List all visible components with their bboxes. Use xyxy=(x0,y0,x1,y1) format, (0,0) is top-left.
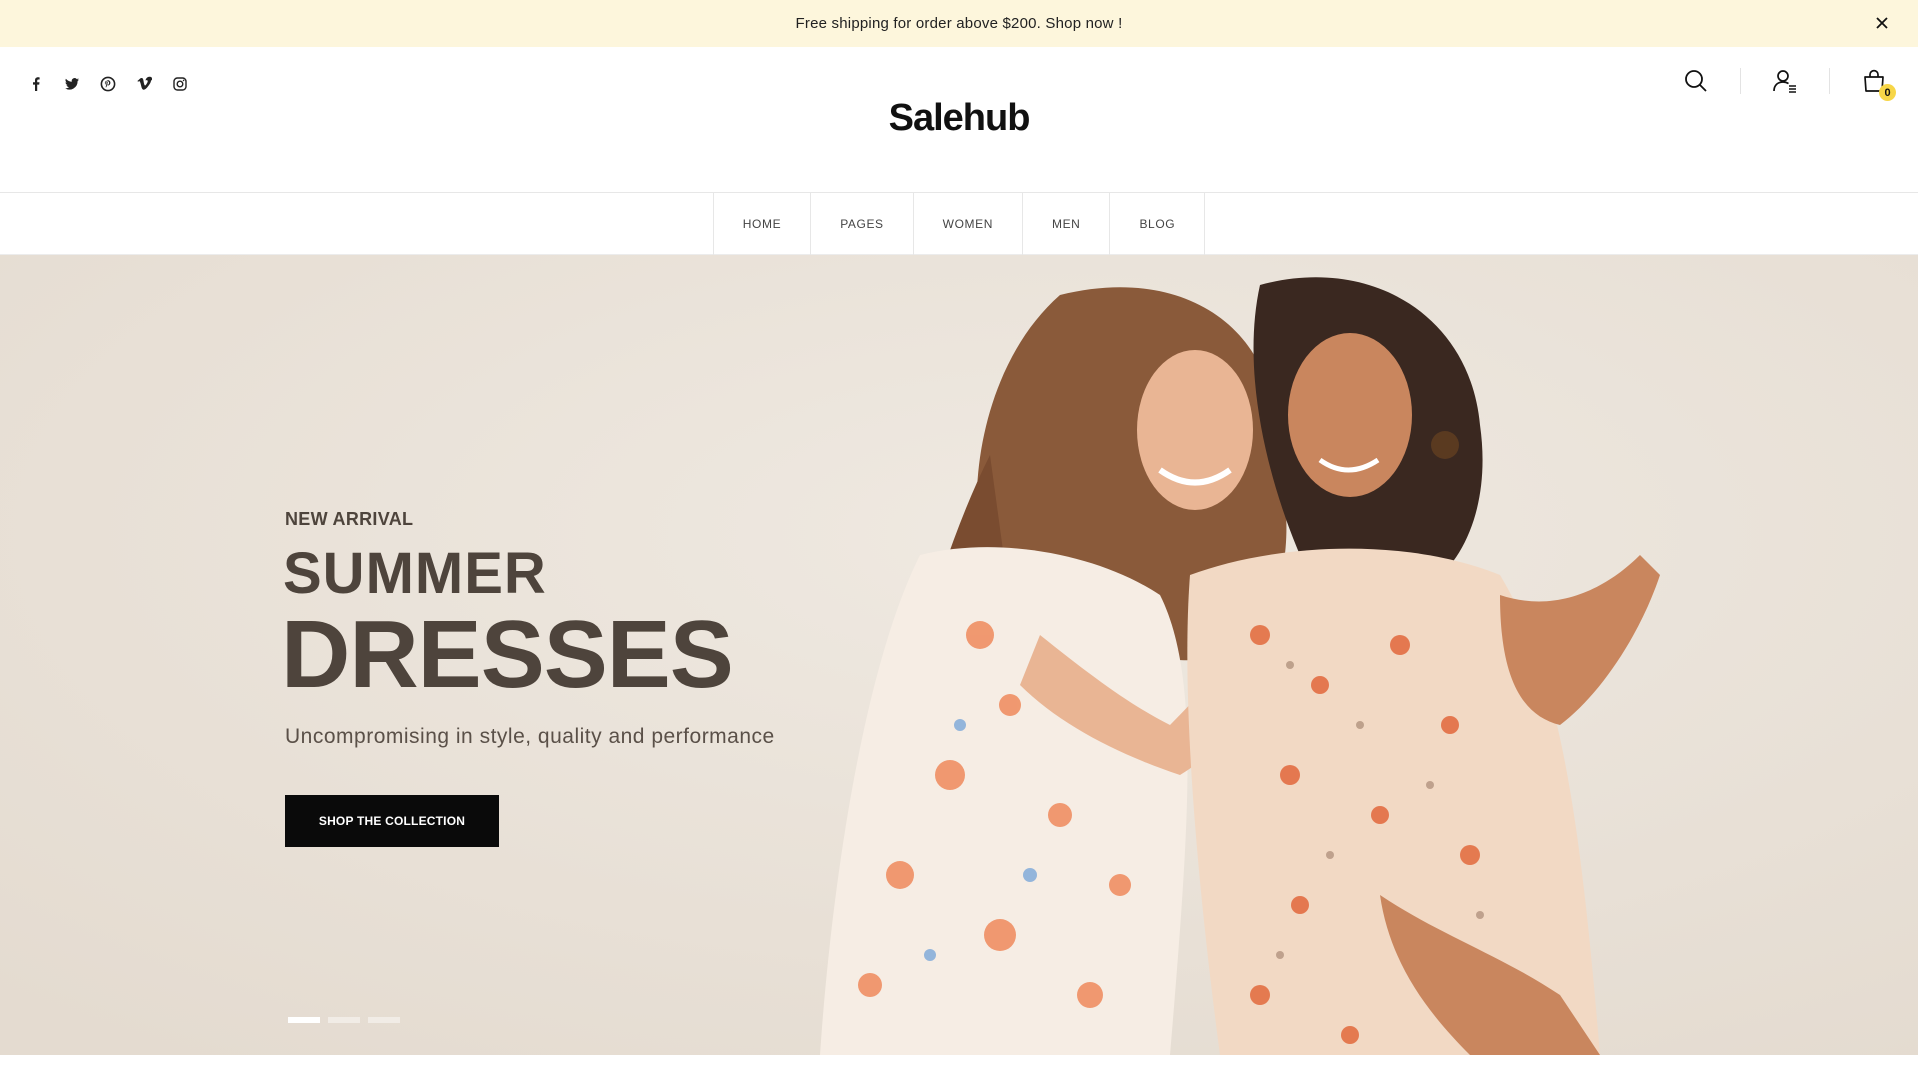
search-icon[interactable] xyxy=(1682,67,1710,95)
twitter-icon[interactable] xyxy=(63,75,81,93)
close-icon[interactable] xyxy=(1872,13,1892,33)
slide-dot-1[interactable] xyxy=(288,1017,320,1023)
nav-item-blog[interactable]: BLOG xyxy=(1110,193,1206,255)
nav-item-women[interactable]: WOMEN xyxy=(914,193,1023,255)
hero-eyebrow: NEW ARRIVAL xyxy=(285,509,414,529)
slide-dot-2[interactable] xyxy=(328,1017,360,1023)
account-icon[interactable] xyxy=(1771,67,1799,95)
cart-icon[interactable]: 0 xyxy=(1860,67,1896,101)
header-divider xyxy=(1829,68,1830,94)
announcement-bar: Free shipping for order above $200. Shop… xyxy=(0,0,1918,47)
slide-dot-3[interactable] xyxy=(368,1017,400,1023)
nav-item-men[interactable]: MEN xyxy=(1023,193,1111,255)
slider-pagination xyxy=(288,1017,400,1023)
site-header: Salehub 0 xyxy=(0,47,1918,193)
hero-banner: NEW ARRIVAL SUMMER DRESSES Uncompromisin… xyxy=(0,255,1918,1055)
header-actions: 0 xyxy=(1682,67,1896,101)
nav-items: HOME PAGES WOMEN MEN BLOG xyxy=(712,193,1206,255)
hero-subtitle: Uncompromising in style, quality and per… xyxy=(285,725,775,748)
header-divider xyxy=(1740,68,1741,94)
nav-item-home[interactable]: HOME xyxy=(714,193,812,255)
shop-collection-button[interactable]: SHOP THE COLLECTION xyxy=(285,795,499,847)
announcement-text: Free shipping for order above $200. Shop… xyxy=(795,15,1123,32)
main-nav: HOME PAGES WOMEN MEN BLOG xyxy=(0,193,1918,255)
cart-count-badge: 0 xyxy=(1879,84,1896,101)
nav-item-pages[interactable]: PAGES xyxy=(811,193,914,255)
site-logo[interactable]: Salehub xyxy=(0,97,1918,140)
hero-title-line1: SUMMER xyxy=(283,541,547,606)
hero-title-line2: DRESSES xyxy=(281,601,734,708)
social-links xyxy=(27,75,189,93)
vimeo-icon[interactable] xyxy=(135,75,153,93)
instagram-icon[interactable] xyxy=(171,75,189,93)
facebook-icon[interactable] xyxy=(27,75,45,93)
pinterest-icon[interactable] xyxy=(99,75,117,93)
